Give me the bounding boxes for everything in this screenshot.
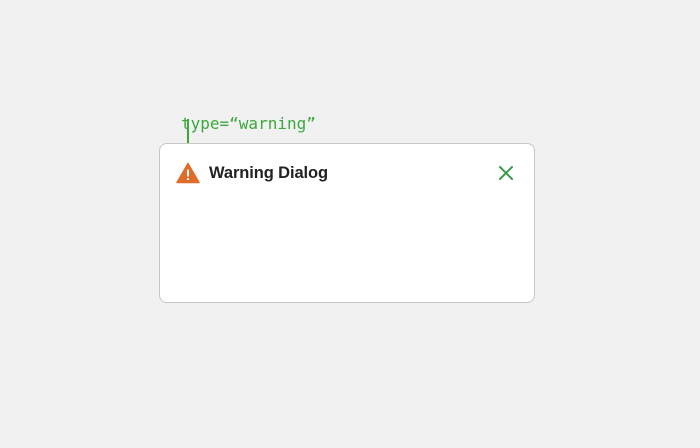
warning-icon [176,162,200,184]
dialog-title: Warning Dialog [209,163,328,182]
warning-dialog: Warning Dialog [159,143,535,303]
dialog-header: Warning Dialog [176,161,518,185]
annotation-code-label: type=“warning” [181,114,316,133]
close-icon[interactable] [497,164,515,182]
